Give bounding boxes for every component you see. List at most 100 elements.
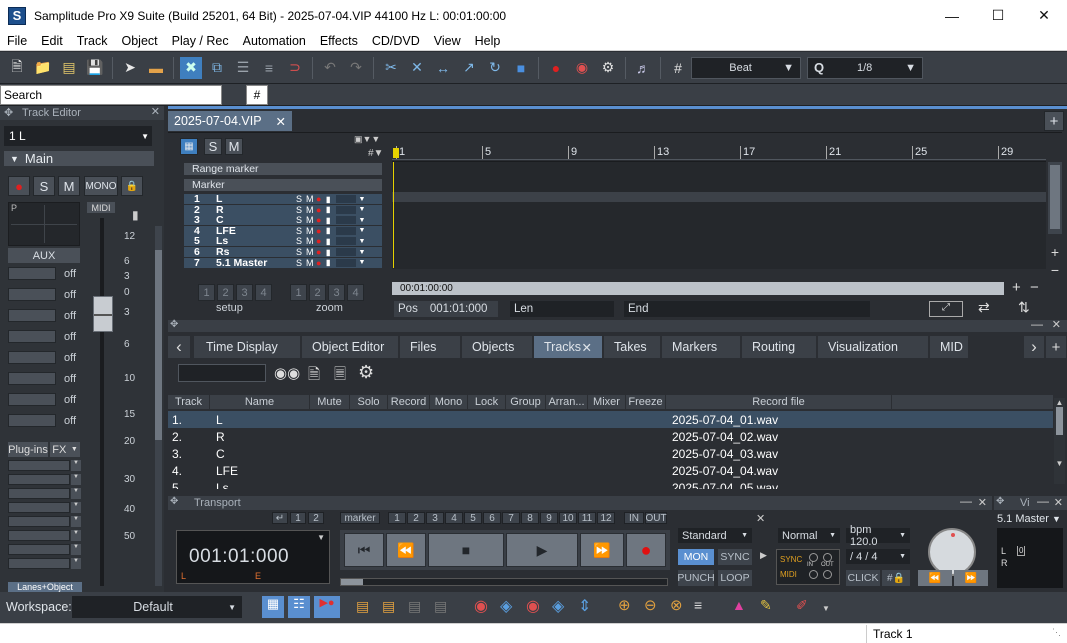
- aux-send-slot[interactable]: [8, 372, 56, 385]
- zoom-2-button[interactable]: 2: [309, 284, 326, 301]
- horizontal-scrollbar[interactable]: 00:01:00:00: [392, 282, 1004, 295]
- undo-icon[interactable]: ↶: [319, 57, 341, 79]
- move-icon[interactable]: ✥: [996, 496, 1004, 507]
- setup-1-button[interactable]: 1: [198, 284, 215, 301]
- swap-vertical-icon[interactable]: ⇅: [1018, 299, 1030, 316]
- speed-select[interactable]: Normal ▼: [778, 528, 840, 543]
- marker-8-button[interactable]: 8: [521, 512, 539, 524]
- h-zoom-in-icon[interactable]: +: [1012, 279, 1021, 296]
- aux-send-slot[interactable]: [8, 351, 56, 364]
- speaker-icon[interactable]: ▮: [326, 205, 336, 214]
- menu-object[interactable]: Object: [115, 34, 165, 48]
- tabs-left-arrow-icon[interactable]: ‹: [168, 336, 190, 358]
- close-icon[interactable]: ✕: [756, 512, 765, 525]
- menu-edit[interactable]: Edit: [34, 34, 70, 48]
- chevron-down-icon[interactable]: ▼: [356, 227, 368, 234]
- column-header[interactable]: Arran...: [546, 395, 588, 409]
- quantize-select[interactable]: Q 1/8 ▼: [807, 56, 923, 79]
- track-mute[interactable]: M: [306, 194, 316, 204]
- speaker-icon[interactable]: ▮: [326, 237, 336, 246]
- track-mute[interactable]: M: [306, 236, 316, 246]
- mode-select[interactable]: Standard ▼: [678, 528, 752, 543]
- speaker-icon[interactable]: ▮: [326, 248, 336, 257]
- chevron-down-icon[interactable]: ▼: [71, 460, 81, 471]
- column-header[interactable]: Solo: [350, 395, 388, 409]
- square-icon[interactable]: ■: [510, 57, 532, 79]
- new-file-icon[interactable]: 🗎: [6, 57, 28, 79]
- speaker-icon[interactable]: ▮: [326, 258, 336, 267]
- tab-visualization[interactable]: Visualization: [818, 336, 930, 358]
- marker-4-button[interactable]: 4: [445, 512, 463, 524]
- zoom-1-button[interactable]: 1: [290, 284, 307, 301]
- len-field[interactable]: Len: [510, 301, 614, 317]
- aux-send-row[interactable]: off: [8, 371, 84, 386]
- minimize-panel-icon[interactable]: —: [1031, 317, 1043, 331]
- aux-send-row[interactable]: off: [8, 329, 84, 344]
- close-icon[interactable]: ✕: [1052, 318, 1061, 331]
- chevron-down-icon[interactable]: ▼: [356, 238, 368, 245]
- tab-time-display[interactable]: Time Display: [194, 336, 302, 358]
- stretch-icon[interactable]: ↔: [432, 57, 454, 79]
- list-icon[interactable]: ☰: [232, 57, 254, 79]
- list-view-icon[interactable]: ≡: [694, 597, 702, 613]
- sync-button[interactable]: SYNC: [718, 549, 752, 565]
- export-icon[interactable]: 🗏: [334, 364, 346, 389]
- return-icon[interactable]: ↵: [272, 512, 288, 524]
- track-solo[interactable]: S: [296, 258, 306, 268]
- track-mute[interactable]: M: [306, 215, 316, 225]
- track-editor-toggle-icon[interactable]: ▦: [262, 596, 284, 618]
- solo-button[interactable]: S: [33, 176, 55, 196]
- range-marker-row[interactable]: Range marker: [184, 163, 382, 175]
- track-volume-field[interactable]: [336, 195, 356, 203]
- click-button[interactable]: CLICK: [846, 570, 880, 586]
- record-dot-icon[interactable]: ●: [316, 258, 326, 268]
- chevron-down-icon[interactable]: ▼: [317, 533, 325, 542]
- close-icon[interactable]: ✕: [582, 340, 592, 355]
- tab-objects[interactable]: Objects: [462, 336, 534, 358]
- track-solo[interactable]: S: [296, 205, 306, 215]
- h-zoom-out-icon[interactable]: −: [1030, 279, 1039, 296]
- zoom-out-icon[interactable]: −: [1048, 262, 1062, 278]
- zoom-3-button[interactable]: 3: [328, 284, 345, 301]
- monitor-icon[interactable]: ◉: [571, 57, 593, 79]
- record-dot-icon[interactable]: ●: [316, 215, 326, 225]
- aux-send-slot[interactable]: [8, 309, 56, 322]
- menu-effects[interactable]: Effects: [313, 34, 365, 48]
- track-header-lfe[interactable]: 4 LFE S M ● ▮ ▼: [184, 225, 382, 237]
- loop-button[interactable]: LOOP: [718, 570, 752, 586]
- plugin-slot[interactable]: ▼: [8, 530, 82, 541]
- fade-in-icon[interactable]: ↗: [458, 57, 480, 79]
- chevron-down-icon[interactable]: ▼: [71, 530, 81, 541]
- track-solo[interactable]: S: [296, 194, 306, 204]
- chevron-down-icon[interactable]: ▼: [71, 488, 81, 499]
- grid-icon[interactable]: #: [667, 57, 689, 79]
- marker-row[interactable]: Marker: [184, 179, 382, 191]
- close-icon[interactable]: ✕: [1054, 496, 1063, 509]
- marker-2-button[interactable]: 2: [407, 512, 425, 524]
- resize-grip-icon[interactable]: ⋱: [1052, 627, 1061, 638]
- chevron-down-icon[interactable]: ▼: [71, 502, 81, 513]
- nav-1-button[interactable]: 1: [290, 512, 306, 524]
- workspace-select[interactable]: Default ▼: [72, 596, 242, 618]
- search-input[interactable]: Search: [0, 85, 222, 105]
- track-select[interactable]: 1 L ▼: [4, 126, 152, 146]
- arrows-icon[interactable]: ⇕: [578, 596, 591, 616]
- aux-send-row[interactable]: off: [8, 287, 84, 302]
- volume-fader-handle[interactable]: [93, 296, 113, 332]
- sync-midi-indicator[interactable]: SYNC MIDI IN OUT: [776, 549, 840, 585]
- record-dot-icon[interactable]: ●: [316, 236, 326, 246]
- snap-select[interactable]: Beat ▼: [691, 56, 801, 79]
- in-button[interactable]: IN: [624, 512, 644, 524]
- arrange-area[interactable]: [392, 161, 1046, 269]
- mono-button[interactable]: MONO: [84, 176, 118, 196]
- record-dot-icon[interactable]: ●: [316, 205, 326, 215]
- fit-view-icon[interactable]: ⤢: [929, 301, 963, 317]
- swap-horizontal-icon[interactable]: ⇄: [978, 299, 990, 316]
- record-arm-button[interactable]: ●: [8, 176, 30, 196]
- tab-object-editor[interactable]: Object Editor: [302, 336, 400, 358]
- punch-button[interactable]: PUNCH: [677, 570, 715, 586]
- object-tool-4-icon[interactable]: ▤: [434, 598, 447, 615]
- minimize-panel-icon[interactable]: —: [1037, 494, 1049, 508]
- plugins-button[interactable]: Plug-ins: [8, 442, 48, 457]
- object-tool-icon[interactable]: ▤: [356, 598, 369, 615]
